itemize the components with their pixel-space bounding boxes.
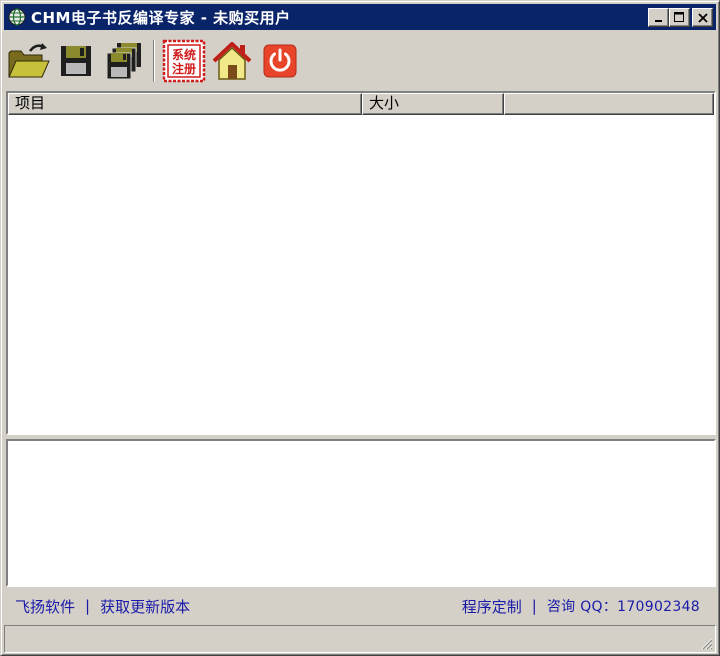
open-folder-icon	[8, 43, 50, 78]
home-button[interactable]	[208, 35, 256, 87]
save-all-button[interactable]	[100, 35, 148, 87]
minimize-icon	[654, 19, 662, 22]
window-title: CHM电子书反编译专家 - 未购买用户	[31, 8, 291, 27]
register-label-bottom: 注册	[172, 61, 196, 76]
link-separator-right: |	[531, 597, 537, 615]
home-icon	[212, 42, 252, 80]
exit-button[interactable]	[256, 35, 304, 87]
register-stamp-icon: 系统 注册	[162, 39, 206, 83]
power-icon	[263, 44, 297, 78]
get-update-link[interactable]: 获取更新版本	[100, 596, 190, 617]
globe-icon[interactable]	[7, 7, 27, 27]
column-header-item[interactable]: 项目	[8, 93, 362, 115]
link-bar: 飞扬软件 | 获取更新版本 程序定制 | 咨询 QQ：170902348	[6, 591, 716, 621]
app-window: CHM电子书反编译专家 - 未购买用户 系统 注册 项目 大小 飞扬软件 | 获…	[0, 0, 720, 656]
save-button[interactable]	[52, 35, 100, 87]
maximize-icon	[674, 12, 684, 22]
column-header-extra[interactable]	[504, 93, 714, 115]
column-header-size[interactable]: 大小	[362, 93, 504, 115]
resize-grip-icon[interactable]	[699, 636, 713, 650]
register-label-top: 系统	[172, 47, 196, 62]
multiple-floppy-icon	[106, 43, 141, 80]
custom-program-link[interactable]: 程序定制	[462, 596, 522, 617]
title-buttons	[648, 8, 713, 27]
link-separator: |	[85, 597, 91, 615]
title-bar[interactable]: CHM电子书反编译专家 - 未购买用户	[4, 4, 716, 30]
close-icon	[697, 12, 708, 23]
feiyang-software-link[interactable]: 飞扬软件	[15, 596, 75, 617]
status-bar	[4, 625, 716, 653]
floppy-disk-icon	[61, 46, 91, 76]
list-body[interactable]	[8, 115, 714, 433]
open-button[interactable]	[4, 35, 52, 87]
minimize-button[interactable]	[648, 8, 669, 27]
close-button[interactable]	[692, 8, 713, 27]
toolbar-separator	[153, 40, 155, 82]
file-list[interactable]: 项目 大小	[6, 91, 716, 435]
maximize-button[interactable]	[669, 8, 690, 27]
detail-pane[interactable]	[6, 439, 716, 587]
qq-contact-text[interactable]: 咨询 QQ：170902348	[547, 596, 700, 616]
link-bar-right: 程序定制 | 咨询 QQ：170902348	[462, 591, 700, 621]
list-header: 项目 大小	[8, 93, 714, 115]
toolbar: 系统 注册	[4, 33, 716, 89]
register-button[interactable]: 系统 注册	[160, 35, 208, 87]
